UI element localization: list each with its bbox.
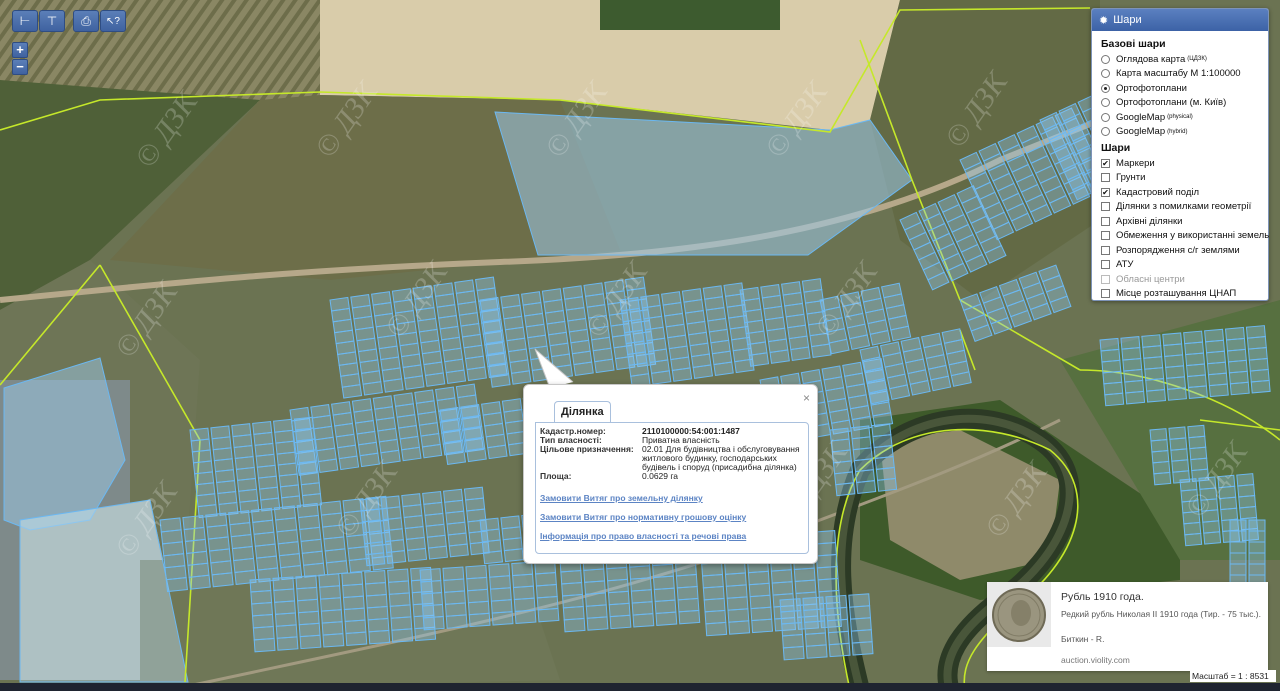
- overlay-layer-label: Маркери: [1116, 157, 1155, 169]
- utility-tools: ⎙ ↖?: [73, 10, 126, 32]
- checkbox[interactable]: [1101, 202, 1110, 212]
- overlay-layer-option[interactable]: ✔ Маркери: [1101, 156, 1260, 171]
- base-layer-label: Карта масштабу М 1:100000: [1116, 68, 1241, 80]
- base-layer-note: (ЦДЗК): [1187, 56, 1207, 63]
- overlay-layer-label: Кадастровий поділ: [1116, 186, 1200, 198]
- base-layer-label: GoogleMap: [1116, 111, 1166, 123]
- checkbox[interactable]: ✔: [1101, 158, 1110, 168]
- field-purpose: Цільове призначення: 02.01 Для будівницт…: [540, 445, 804, 472]
- tab-parcel[interactable]: Ділянка: [554, 401, 611, 422]
- ownership-rights-link[interactable]: Інформація про право власності та речові…: [540, 531, 804, 541]
- overlay-layer-label: Обмеження у використанні земель: [1116, 230, 1270, 242]
- close-icon[interactable]: ×: [803, 391, 810, 405]
- base-layer-option[interactable]: Карта масштабу М 1:100000: [1101, 67, 1260, 82]
- overlay-layer-label: Ділянки з помилками геометрії: [1116, 201, 1252, 213]
- ad-url[interactable]: auction.violity.com: [1061, 655, 1130, 665]
- base-layer-label: GoogleMap: [1116, 126, 1166, 138]
- base-layer-option[interactable]: Ортофотоплани (м. Київ): [1101, 96, 1260, 111]
- radio-button[interactable]: [1101, 83, 1110, 93]
- ad-author: Биткин - R.: [1061, 634, 1105, 644]
- base-layer-note: (physical): [1167, 114, 1193, 121]
- overlay-layers-title: Шари: [1101, 142, 1131, 154]
- layers-panel-title: Шари: [1113, 14, 1142, 26]
- overlay-layer-label: АТУ: [1116, 259, 1134, 271]
- advertisement[interactable]: Рубль 1910 года. Редкий рубль Николая II…: [987, 582, 1268, 671]
- order-extract-land-link[interactable]: Замовити Витяг про земельну ділянку: [540, 493, 804, 503]
- gear-icon: ✹: [1099, 14, 1109, 27]
- base-layers-title: Базові шари: [1101, 38, 1166, 50]
- base-layer-option[interactable]: Ортофотоплани: [1101, 81, 1260, 96]
- overlay-layer-option[interactable]: ✔ Кадастровий поділ: [1101, 185, 1260, 200]
- base-layers-list: Оглядова карта (ЦДЗК) Карта масштабу М 1:1…: [1101, 52, 1260, 139]
- field-area: Площа: 0.0629 га: [540, 471, 679, 481]
- overlay-layer-option[interactable]: Грунти: [1101, 171, 1260, 186]
- radio-button[interactable]: [1101, 69, 1110, 79]
- ad-title[interactable]: Рубль 1910 года.: [1061, 591, 1144, 603]
- map-toolbar: ⊢ ⊤ ⎙ ↖?: [12, 10, 131, 32]
- zoom-out-button[interactable]: −: [12, 59, 28, 75]
- checkbox[interactable]: [1101, 289, 1110, 299]
- overlay-layer-option[interactable]: Обмеження у використанні земель: [1101, 229, 1269, 244]
- checkbox[interactable]: ✔: [1101, 187, 1110, 197]
- overlay-layers-list: ✔ Маркери Грунти ✔ Кадастровий поділ Ділянки …: [1101, 156, 1269, 302]
- base-layer-option[interactable]: GoogleMap (hybrid): [1101, 125, 1260, 140]
- overlay-layer-option[interactable]: Розпорядження с/г землями: [1101, 243, 1260, 258]
- overlay-layer-label: Грунти: [1116, 172, 1146, 184]
- checkbox[interactable]: [1101, 173, 1110, 183]
- base-layer-label: Ортофотоплани: [1116, 82, 1187, 94]
- zoom-control: + −: [12, 42, 28, 75]
- layers-panel-header[interactable]: ✹ Шари: [1092, 9, 1268, 31]
- base-layer-option[interactable]: Оглядова карта (ЦДЗК): [1101, 52, 1260, 67]
- measure-tools: ⊢ ⊤: [12, 10, 65, 32]
- base-layer-label: Ортофотоплани (м. Київ): [1116, 97, 1227, 109]
- checkbox[interactable]: [1101, 231, 1110, 241]
- base-layer-option[interactable]: GoogleMap (physical): [1101, 110, 1260, 125]
- scale-label: Масштаб = 1 : 8531: [1190, 670, 1276, 682]
- overlay-layer-option[interactable]: Місце розташування ЦНАП: [1101, 287, 1260, 302]
- checkbox[interactable]: [1101, 260, 1110, 270]
- radio-button[interactable]: [1101, 54, 1110, 64]
- base-layer-note: (hybrid): [1167, 128, 1188, 135]
- overlay-layer-option: Обласні центри: [1101, 272, 1260, 287]
- checkbox: [1101, 274, 1110, 284]
- parcel-info: Кадастр.номер: 2110100000:54:001:1487 Ти…: [535, 422, 809, 554]
- taskbar: [0, 683, 1280, 691]
- overlay-layer-option[interactable]: АТУ: [1101, 258, 1260, 273]
- base-layer-label: Оглядова карта: [1116, 53, 1186, 65]
- order-extract-valuation-link[interactable]: Замовити Витяг про нормативну грошову оц…: [540, 512, 804, 522]
- checkbox[interactable]: [1101, 245, 1110, 255]
- overlay-layer-option[interactable]: Ділянки з помилками геометрії: [1101, 200, 1260, 215]
- overlay-layer-option[interactable]: Архівні ділянки: [1101, 214, 1260, 229]
- checkbox[interactable]: [1101, 216, 1110, 226]
- overlay-layer-label: Місце розташування ЦНАП: [1116, 288, 1237, 300]
- area-value: 0.0629 га: [642, 471, 679, 481]
- zoom-in-button[interactable]: +: [12, 42, 28, 58]
- popup-pointer: [534, 348, 574, 388]
- layers-panel: ✹ Шари Базові шари Оглядова карта (ЦДЗК) К…: [1091, 8, 1269, 301]
- radio-button[interactable]: [1101, 98, 1110, 108]
- overlay-layer-label: Архівні ділянки: [1116, 215, 1183, 227]
- info-cursor-icon[interactable]: ↖?: [100, 10, 126, 32]
- print-icon[interactable]: ⎙: [73, 10, 99, 32]
- ad-text: Редкий рубль Николая II 1910 года (Тир. …: [1061, 609, 1261, 619]
- overlay-layer-label: Розпорядження с/г землями: [1116, 244, 1240, 256]
- overlay-layer-label: Обласні центри: [1116, 273, 1185, 285]
- measure-area-icon[interactable]: ⊤: [39, 10, 65, 32]
- coin-image: [987, 582, 1051, 647]
- purpose-value: 02.01 Для будівництва і обслуговування ж…: [642, 444, 800, 472]
- radio-button[interactable]: [1101, 112, 1110, 122]
- radio-button[interactable]: [1101, 127, 1110, 137]
- measure-distance-icon[interactable]: ⊢: [12, 10, 38, 32]
- parcel-popup: × Ділянка Кадастр.номер: 2110100000:54:0…: [523, 384, 818, 564]
